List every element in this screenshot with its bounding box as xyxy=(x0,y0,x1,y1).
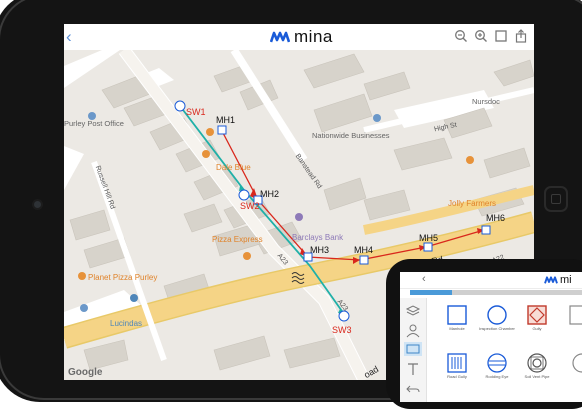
symbol-tile-gully[interactable]: Gully xyxy=(520,302,554,348)
place-label: Purley Post Office xyxy=(64,119,124,128)
symbol-tile-road-gully[interactable]: Road Gully xyxy=(440,350,474,396)
text-icon[interactable] xyxy=(404,360,422,378)
undo-icon[interactable] xyxy=(404,380,422,398)
square-icon xyxy=(447,305,467,325)
symbol-tile-label: Inspection Chamber xyxy=(479,326,515,331)
phone-back-button[interactable]: ‹ xyxy=(422,273,426,285)
symbol-tile-label: Road Gully xyxy=(447,374,467,379)
symbol-tile-inspection-chamber[interactable]: Inspection Chamber xyxy=(479,302,515,348)
layers-icon[interactable] xyxy=(404,302,422,320)
phone-sidebar xyxy=(400,298,427,402)
place-label: Planet Pizza Purley xyxy=(88,273,158,282)
manhole-label: MH6 xyxy=(486,213,506,223)
back-button[interactable]: ‹ xyxy=(66,28,72,46)
keyboard-icon[interactable] xyxy=(404,340,422,358)
place-label: Jolly Farmers xyxy=(448,199,497,208)
place-label: Lucindas xyxy=(110,319,143,328)
gully-icon xyxy=(527,305,547,325)
manhole-label: MH3 xyxy=(310,245,330,255)
square-icon xyxy=(569,305,582,325)
app-logo: mina xyxy=(270,27,333,47)
place-label: Pizza Express xyxy=(212,235,263,244)
map-toolbar xyxy=(454,29,528,43)
symbol-tile-partial[interactable] xyxy=(560,350,582,396)
phone-screen: ‹ mi Manhole Inspection Chamber Gully Ro… xyxy=(400,272,582,402)
manhole-label: MH5 xyxy=(419,233,439,243)
place-label: Nursdoc xyxy=(472,97,500,106)
place-label: Barclays Bank xyxy=(292,233,344,242)
phone-logo-text: mi xyxy=(560,274,572,286)
phone-app-logo: mi xyxy=(544,274,572,286)
circle-icon xyxy=(572,353,582,373)
road-gully-icon xyxy=(447,353,467,373)
map-attribution: Google xyxy=(68,367,103,378)
user-icon[interactable] xyxy=(404,322,422,340)
place-label: Dale Blue xyxy=(216,163,251,172)
symbol-tile-label: Rodding Eye xyxy=(485,374,509,379)
phone-active-tab-indicator xyxy=(410,290,452,295)
svp-icon xyxy=(527,353,547,373)
zoom-out-icon[interactable] xyxy=(454,29,468,43)
rodding-eye-icon xyxy=(487,353,507,373)
symbol-tile-soil-vent-pipe[interactable]: Soil Vent Pipe xyxy=(520,350,554,396)
symbol-tile-label: Gully xyxy=(532,326,542,331)
symbol-tile-manhole[interactable]: Manhole xyxy=(440,302,474,348)
share-icon[interactable] xyxy=(514,29,528,43)
app-top-bar: ‹ mina xyxy=(64,24,534,51)
mina-logo-icon xyxy=(544,276,558,284)
symbol-tile-label: Soil Vent Pipe xyxy=(524,374,550,379)
manhole-label: MH2 xyxy=(260,189,280,199)
camera-icon xyxy=(34,201,41,208)
surface-water-label: SW3 xyxy=(332,325,352,335)
app-logo-text: mina xyxy=(294,27,333,46)
symbol-tile-label: Manhole xyxy=(449,326,465,331)
manhole-label: MH1 xyxy=(216,115,236,125)
place-label: Nationwide Businesses xyxy=(312,131,390,140)
phone-tab-bar xyxy=(452,290,582,295)
mina-logo-icon xyxy=(270,31,290,43)
zoom-in-icon[interactable] xyxy=(474,29,488,43)
phone-top-bar: ‹ mi xyxy=(400,272,582,289)
surface-water-label: SW2 xyxy=(240,201,260,211)
home-button-square-icon xyxy=(551,194,561,204)
layers-icon[interactable] xyxy=(494,29,508,43)
circle-icon xyxy=(487,305,507,325)
symbol-tile-rodding-eye[interactable]: Rodding Eye xyxy=(480,350,514,396)
manhole-label: MH4 xyxy=(354,245,374,255)
symbol-tile-partial[interactable] xyxy=(560,302,582,348)
surface-water-label: SW1 xyxy=(186,107,206,117)
